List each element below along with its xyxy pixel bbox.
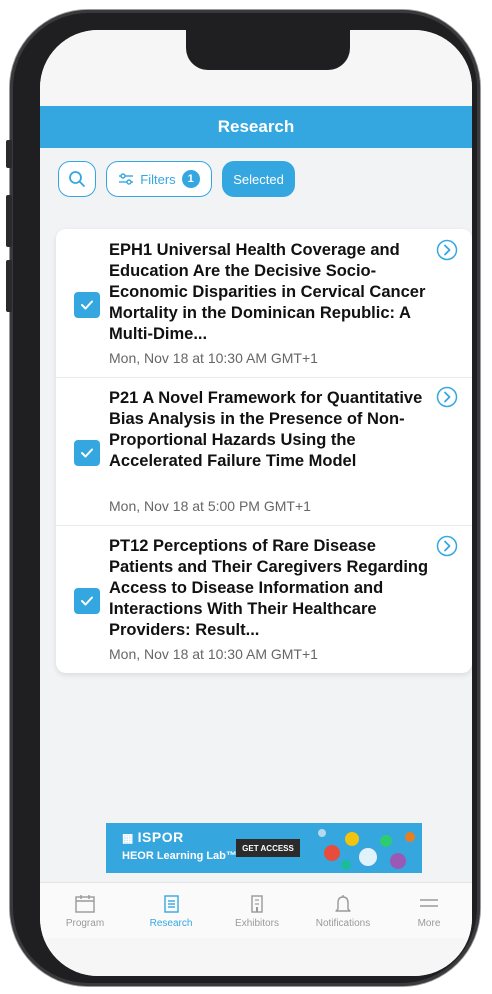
tab-label: Research xyxy=(149,917,193,929)
notch xyxy=(186,30,350,70)
building-icon xyxy=(251,894,263,913)
item-checkbox[interactable] xyxy=(74,588,100,614)
menu-icon xyxy=(420,898,438,907)
item-checkbox[interactable] xyxy=(74,440,100,466)
item-title: EPH1 Universal Health Coverage and Educa… xyxy=(109,241,426,343)
tab-label: Exhibitors xyxy=(235,917,279,929)
tab-research[interactable]: Research xyxy=(128,883,214,939)
item-date: Mon, Nov 18 at 10:30 AM GMT+1 xyxy=(109,350,318,366)
checkmark-icon xyxy=(81,300,93,310)
item-title: PT12 Perceptions of Rare Disease Patient… xyxy=(109,537,429,639)
ispor-logo-icon: ▦ xyxy=(122,831,138,845)
volume-down-button xyxy=(6,260,12,312)
bell-icon xyxy=(335,894,351,912)
home-indicator-area xyxy=(40,938,472,976)
tab-label: Program xyxy=(65,917,105,929)
tab-label: Notifications xyxy=(315,917,371,929)
filters-count-badge: 1 xyxy=(181,170,200,188)
chevron-right-circle-icon[interactable] xyxy=(436,239,458,261)
item-checkbox[interactable] xyxy=(74,292,100,318)
banner-graphic-icon xyxy=(318,829,415,870)
toolbar: Filters 1 Selected xyxy=(58,161,295,199)
chevron-right-circle-icon[interactable] xyxy=(436,386,458,408)
calendar-icon xyxy=(75,894,95,913)
list-item[interactable]: PT12 Perceptions of Rare Disease Patient… xyxy=(56,525,472,674)
banner-cta-button[interactable]: GET ACCESS xyxy=(236,839,300,857)
selected-button[interactable]: Selected xyxy=(222,161,295,197)
sliders-icon xyxy=(119,173,134,185)
ad-banner[interactable]: ▦ ISPOR HEOR Learning Lab™ GET ACCESS xyxy=(106,823,422,873)
banner-product: HEOR Learning Lab™ xyxy=(122,850,237,862)
banner-brand: ▦ ISPOR xyxy=(122,829,184,845)
filters-button[interactable]: Filters 1 xyxy=(106,161,212,197)
tab-notifications[interactable]: Notifications xyxy=(300,883,386,939)
document-icon xyxy=(164,894,179,913)
search-icon xyxy=(69,171,85,187)
page-title: Research xyxy=(217,117,295,136)
checkmark-icon xyxy=(81,448,93,458)
item-date: Mon, Nov 18 at 10:30 AM GMT+1 xyxy=(109,646,318,662)
phone-frame: Research Filters 1 Selected EPH1 Univers… xyxy=(6,10,480,986)
results-card: EPH1 Universal Health Coverage and Educa… xyxy=(56,229,472,673)
tab-program[interactable]: Program xyxy=(42,883,128,939)
filters-label: Filters xyxy=(140,171,176,187)
volume-up-button xyxy=(6,195,12,247)
search-button[interactable] xyxy=(58,161,96,197)
tab-exhibitors[interactable]: Exhibitors xyxy=(214,883,300,939)
chevron-right-circle-icon[interactable] xyxy=(436,535,458,557)
list-item[interactable]: EPH1 Universal Health Coverage and Educa… xyxy=(56,229,472,377)
selected-label: Selected xyxy=(233,171,284,187)
tab-label: More xyxy=(417,917,441,929)
tab-bar: Program Research Exhibitors Notification… xyxy=(40,882,472,939)
list-item[interactable]: P21 A Novel Framework for Quantitative B… xyxy=(56,377,472,526)
side-button xyxy=(6,140,12,168)
checkmark-icon xyxy=(81,596,93,606)
header: Research xyxy=(40,106,472,148)
screen: Research Filters 1 Selected EPH1 Univers… xyxy=(40,30,472,976)
item-title: P21 A Novel Framework for Quantitative B… xyxy=(109,389,423,470)
tab-more[interactable]: More xyxy=(386,883,472,939)
item-date: Mon, Nov 18 at 5:00 PM GMT+1 xyxy=(109,498,311,514)
